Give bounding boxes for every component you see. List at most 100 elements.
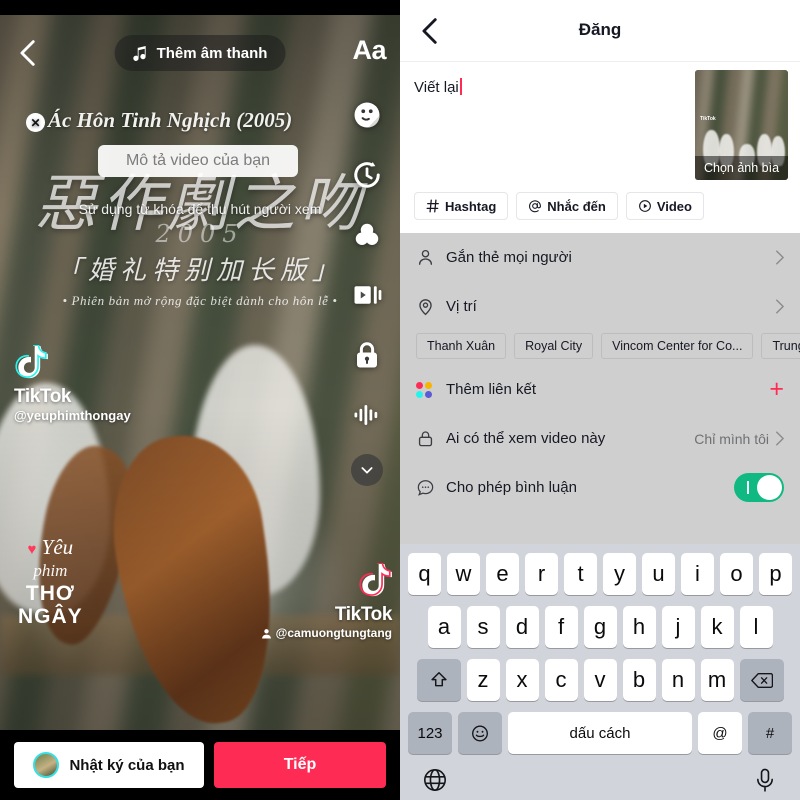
mention-chip[interactable]: Nhắc đến bbox=[516, 192, 618, 220]
dictation-key[interactable] bbox=[752, 767, 778, 793]
globe-key[interactable] bbox=[422, 767, 448, 793]
keyboard-row-4: 123 dấu cách @ # bbox=[400, 712, 800, 754]
privacy-lock-icon bbox=[357, 342, 377, 368]
person-icon bbox=[261, 628, 271, 638]
tiktok-note-icon bbox=[15, 344, 48, 379]
numbers-key[interactable]: 123 bbox=[408, 712, 452, 754]
allow-comments-toggle[interactable] bbox=[734, 473, 784, 502]
key-s[interactable]: s bbox=[466, 606, 500, 648]
key-j[interactable]: j bbox=[661, 606, 695, 648]
row-tag-people-label: Gắn thẻ mọi người bbox=[446, 249, 572, 266]
backspace-key[interactable] bbox=[739, 659, 784, 701]
video-editor-panel: 惡作劇之吻 2005 「婚礼特别加长版」 • Phiên bản mở rộng… bbox=[0, 0, 400, 800]
emoji-key[interactable] bbox=[458, 712, 502, 754]
next-button[interactable]: Tiếp bbox=[214, 742, 386, 788]
text-tool-button[interactable]: Aa bbox=[352, 35, 386, 66]
link-dots-icon bbox=[416, 381, 446, 398]
row-add-link[interactable]: Thêm liên kết + bbox=[400, 365, 800, 414]
add-sound-label: Thêm âm thanh bbox=[156, 44, 268, 62]
watermark-left: TikTok @yeuphimthongay bbox=[14, 344, 131, 423]
post-form-panel: Đăng Viết lại TikTok Chọn ảnh bìa Hashta… bbox=[400, 0, 800, 800]
key-m[interactable]: m bbox=[700, 659, 734, 701]
row-privacy-right: Chỉ mình tôi bbox=[694, 431, 784, 447]
key-b[interactable]: b bbox=[622, 659, 656, 701]
key-n[interactable]: n bbox=[661, 659, 695, 701]
cover-thumbnail[interactable]: TikTok Chọn ảnh bìa bbox=[695, 70, 788, 180]
key-k[interactable]: k bbox=[700, 606, 734, 648]
key-e[interactable]: e bbox=[486, 553, 519, 595]
video-preview[interactable]: 惡作劇之吻 2005 「婚礼特别加长版」 • Phiên bản mở rộng… bbox=[0, 15, 400, 730]
row-location[interactable]: Vị trí bbox=[400, 282, 800, 331]
key-v[interactable]: v bbox=[583, 659, 617, 701]
editor-top-bar: Thêm âm thanh Aa bbox=[0, 33, 400, 73]
privacy-lock-button[interactable] bbox=[344, 332, 390, 378]
row-location-label: Vị trí bbox=[446, 298, 477, 315]
key-q[interactable]: q bbox=[408, 553, 441, 595]
back-button[interactable] bbox=[12, 36, 46, 70]
key-c[interactable]: c bbox=[544, 659, 578, 701]
key-l[interactable]: l bbox=[739, 606, 773, 648]
video-circle-icon bbox=[638, 200, 651, 212]
keyboard-row-3: z x c v b n m bbox=[400, 659, 800, 701]
text-layer-title[interactable]: ✕ Ác Hôn Tinh Nghịch (2005) bbox=[26, 108, 293, 133]
adjust-clips-button[interactable] bbox=[344, 272, 390, 318]
row-tag-people[interactable]: Gắn thẻ mọi người bbox=[400, 233, 800, 282]
timer-button[interactable] bbox=[344, 152, 390, 198]
text-layer-title-value: Ác Hôn Tinh Nghịch (2005) bbox=[48, 108, 293, 132]
app-screen: 惡作劇之吻 2005 「婚礼特别加长版」 • Phiên bản mở rộng… bbox=[0, 0, 800, 800]
close-icon[interactable]: ✕ bbox=[26, 113, 45, 132]
shift-key[interactable] bbox=[416, 659, 461, 701]
key-p[interactable]: p bbox=[759, 553, 792, 595]
at-key[interactable]: @ bbox=[698, 712, 742, 754]
key-d[interactable]: d bbox=[505, 606, 539, 648]
key-x[interactable]: x bbox=[505, 659, 539, 701]
row-privacy[interactable]: Ai có thể xem video này Chỉ mình tôi bbox=[400, 414, 800, 463]
plus-icon[interactable]: + bbox=[769, 377, 784, 402]
key-u[interactable]: u bbox=[642, 553, 675, 595]
chevron-left-icon bbox=[20, 40, 35, 66]
watermark-handle: @camuongtungtang bbox=[275, 626, 392, 640]
location-chip[interactable]: Vincom Center for Co... bbox=[601, 333, 754, 359]
avatar bbox=[33, 752, 60, 778]
key-y[interactable]: y bbox=[603, 553, 636, 595]
caption-value: Viết lại bbox=[414, 79, 459, 96]
location-chip[interactable]: Royal City bbox=[514, 333, 594, 359]
description-input[interactable]: Mô tả video của bạn bbox=[98, 145, 298, 177]
filters-button[interactable] bbox=[344, 212, 390, 258]
editor-tool-rail bbox=[344, 92, 390, 486]
shift-up-arrow-icon bbox=[430, 671, 447, 686]
globe-language-icon bbox=[424, 769, 446, 791]
key-a[interactable]: a bbox=[427, 606, 461, 648]
space-key[interactable]: dấu cách bbox=[508, 712, 692, 754]
key-z[interactable]: z bbox=[466, 659, 500, 701]
hashtag-chip[interactable]: Hashtag bbox=[414, 192, 509, 220]
stickers-button[interactable] bbox=[344, 92, 390, 138]
status-bar bbox=[0, 0, 400, 15]
video-chip[interactable]: Video bbox=[625, 192, 704, 220]
collapse-rail-button[interactable] bbox=[351, 454, 383, 486]
diary-button[interactable]: Nhật ký của bạn bbox=[14, 742, 204, 788]
editor-bottom-bar: Nhật ký của bạn Tiếp bbox=[0, 730, 400, 800]
key-o[interactable]: o bbox=[720, 553, 753, 595]
tiktok-note-icon bbox=[359, 562, 392, 597]
key-i[interactable]: i bbox=[681, 553, 714, 595]
key-w[interactable]: w bbox=[447, 553, 480, 595]
row-allow-comments-label: Cho phép bình luận bbox=[446, 479, 577, 496]
film-subtitle-cjk: 「婚礼特别加长版」 bbox=[55, 256, 344, 286]
channel-stamp: ♥ Yêu phim THƠ NGÂY bbox=[18, 537, 83, 628]
key-g[interactable]: g bbox=[583, 606, 617, 648]
row-allow-comments[interactable]: Cho phép bình luận bbox=[400, 463, 800, 512]
post-header: Đăng bbox=[400, 0, 800, 62]
hash-key[interactable]: # bbox=[748, 712, 792, 754]
key-r[interactable]: r bbox=[525, 553, 558, 595]
key-f[interactable]: f bbox=[544, 606, 578, 648]
key-t[interactable]: t bbox=[564, 553, 597, 595]
watermark-handle: @yeuphimthongay bbox=[14, 408, 131, 423]
emoji-smiley-icon bbox=[472, 725, 488, 741]
location-chip[interactable]: Trung tâm nghệ bbox=[761, 333, 800, 359]
voice-effects-button[interactable] bbox=[344, 392, 390, 438]
key-h[interactable]: h bbox=[622, 606, 656, 648]
add-sound-button[interactable]: Thêm âm thanh bbox=[114, 35, 286, 71]
location-chip[interactable]: Thanh Xuân bbox=[416, 333, 507, 359]
video-chip-label: Video bbox=[656, 198, 692, 214]
